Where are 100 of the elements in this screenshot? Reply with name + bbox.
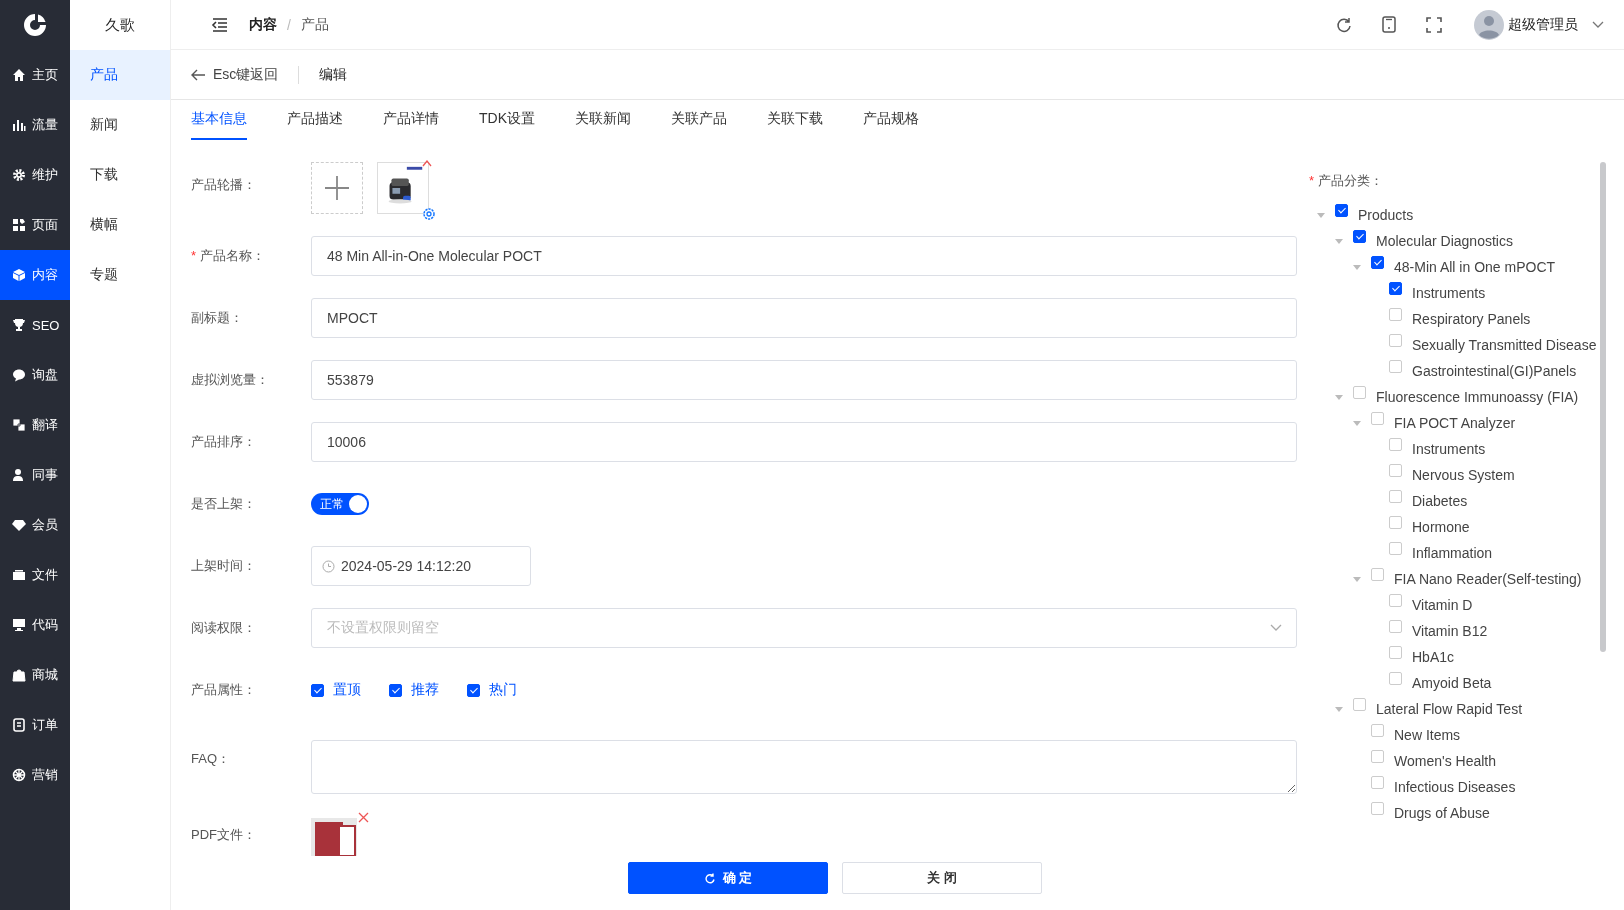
field-label: 产品排序： bbox=[191, 434, 256, 449]
subnav-item[interactable]: 新闻 bbox=[70, 100, 170, 150]
nav-item[interactable]: 主页 bbox=[0, 50, 70, 100]
tab[interactable]: 产品详情 bbox=[383, 100, 439, 140]
tree-item[interactable]: FIA Nano Reader(Self-testing) bbox=[1394, 571, 1582, 587]
tree-item[interactable]: Fluorescence Immunoassy (FIA) bbox=[1376, 389, 1579, 405]
back-button[interactable]: Esc键返回 bbox=[191, 65, 279, 84]
field-label: 阅读权限： bbox=[191, 620, 256, 635]
upload-button[interactable] bbox=[311, 162, 363, 214]
bar-chart-icon bbox=[12, 118, 26, 132]
fullscreen-icon[interactable] bbox=[1426, 16, 1442, 33]
date-field[interactable]: 2024-05-29 14:12:20 bbox=[311, 546, 531, 586]
tree-item[interactable]: HbA1c bbox=[1412, 649, 1455, 665]
menu-icon[interactable] bbox=[211, 16, 229, 33]
checkbox[interactable]: 推荐 bbox=[389, 681, 439, 699]
user-name[interactable]: 超级管理员 bbox=[1508, 15, 1578, 34]
subnav-item[interactable]: 产品 bbox=[70, 50, 170, 100]
checkbox[interactable] bbox=[1371, 256, 1384, 269]
tab[interactable]: 产品规格 bbox=[863, 100, 919, 140]
tablet-icon[interactable] bbox=[1382, 16, 1396, 33]
caret-down-icon[interactable] bbox=[1353, 264, 1361, 270]
close-button[interactable]: 关 闭 bbox=[842, 862, 1042, 894]
nav-item[interactable]: 文件 bbox=[0, 550, 70, 600]
nav-item[interactable]: SEO bbox=[0, 300, 70, 350]
tree-item[interactable]: Molecular Diagnostics bbox=[1376, 233, 1513, 249]
nav-item[interactable]: 订单 bbox=[0, 700, 70, 750]
nav-item[interactable]: 维护 bbox=[0, 150, 70, 200]
tree-item[interactable]: Respiratory Panels bbox=[1412, 311, 1531, 327]
breadcrumb-current: 产品 bbox=[300, 15, 329, 34]
tab[interactable]: 基本信息 bbox=[191, 100, 247, 140]
field-label: 产品轮播： bbox=[191, 177, 256, 192]
caret-down-icon[interactable] bbox=[1353, 576, 1361, 582]
close-icon[interactable] bbox=[358, 812, 369, 823]
tab[interactable]: 关联产品 bbox=[671, 100, 727, 140]
plus-icon bbox=[324, 175, 350, 201]
nav-item[interactable]: 会员 bbox=[0, 500, 70, 550]
tab[interactable]: 关联新闻 bbox=[575, 100, 631, 140]
field-label: PDF文件： bbox=[191, 827, 256, 842]
text-field[interactable]: 48 Min All-in-One Molecular POCT bbox=[311, 236, 1297, 276]
caret-down-icon[interactable] bbox=[1317, 212, 1325, 218]
tree-item[interactable]: Products bbox=[1358, 207, 1414, 223]
nav-item[interactable]: 内容 bbox=[0, 250, 70, 300]
tab[interactable]: TDK设置 bbox=[479, 100, 535, 140]
refresh-icon[interactable] bbox=[1336, 16, 1352, 33]
caret-down-icon[interactable] bbox=[1335, 706, 1343, 712]
tree-item[interactable]: Nervous System bbox=[1412, 467, 1515, 483]
caret-down-icon[interactable] bbox=[1335, 394, 1343, 400]
settings-icon[interactable] bbox=[422, 207, 436, 221]
tree-item[interactable]: FIA POCT Analyzer bbox=[1394, 415, 1516, 431]
nav-item[interactable]: 代码 bbox=[0, 600, 70, 650]
nav-item[interactable]: 同事 bbox=[0, 450, 70, 500]
checkbox[interactable]: 热门 bbox=[467, 681, 517, 699]
checkbox[interactable]: 置顶 bbox=[311, 681, 361, 699]
tree-item[interactable]: 48-Min All in One mPOCT bbox=[1394, 259, 1556, 275]
tree-item[interactable]: Sexually Transmitted Disease bbox=[1412, 337, 1597, 353]
tree-item[interactable]: Instruments bbox=[1412, 285, 1486, 301]
text-field[interactable]: 553879 bbox=[311, 360, 1297, 400]
nav-item[interactable]: 流量 bbox=[0, 100, 70, 150]
tree-item[interactable]: Drugs of Abuse bbox=[1394, 805, 1490, 821]
required-mark: * bbox=[191, 248, 197, 263]
nav-item[interactable]: 询盘 bbox=[0, 350, 70, 400]
caret-down-icon[interactable] bbox=[1335, 238, 1343, 244]
tree-item[interactable]: Lateral Flow Rapid Test bbox=[1376, 701, 1523, 717]
caret-up-icon[interactable] bbox=[422, 160, 432, 167]
tab[interactable]: 产品描述 bbox=[287, 100, 343, 140]
tree-item[interactable]: New Items bbox=[1394, 727, 1461, 743]
checkbox[interactable] bbox=[1335, 204, 1348, 217]
checkbox[interactable] bbox=[1353, 230, 1366, 243]
tree-item[interactable]: Women's Health bbox=[1394, 753, 1496, 769]
subnav-item[interactable]: 下载 bbox=[70, 150, 170, 200]
arrow-left-icon bbox=[191, 68, 206, 81]
confirm-button[interactable]: 确 定 bbox=[628, 862, 828, 894]
avatar-icon[interactable] bbox=[1474, 9, 1504, 40]
wheel-icon bbox=[12, 768, 26, 782]
tree-item[interactable]: Amyoid Beta bbox=[1412, 675, 1492, 691]
chevron-down-icon[interactable] bbox=[1592, 20, 1604, 29]
tree-item[interactable]: Vitamin D bbox=[1412, 597, 1473, 613]
nav-item[interactable]: 营销 bbox=[0, 750, 70, 800]
scrollbar[interactable] bbox=[1600, 162, 1606, 652]
tree-item[interactable]: Vitamin B12 bbox=[1412, 623, 1488, 639]
subnav-item[interactable]: 横幅 bbox=[70, 200, 170, 250]
nav-item[interactable]: 页面 bbox=[0, 200, 70, 250]
nav-item[interactable]: 翻译 bbox=[0, 400, 70, 450]
tree-item[interactable]: Inflammation bbox=[1412, 545, 1493, 561]
checkbox[interactable] bbox=[1389, 282, 1402, 295]
text-field[interactable]: MPOCT bbox=[311, 298, 1297, 338]
nav-item[interactable]: 商城 bbox=[0, 650, 70, 700]
chevron-down-icon bbox=[1270, 624, 1282, 632]
breadcrumb-link[interactable]: 内容 bbox=[249, 15, 277, 34]
tree-item[interactable]: Hormone bbox=[1412, 519, 1470, 535]
tree-item[interactable]: Diabetes bbox=[1412, 493, 1468, 509]
toggle-switch[interactable]: 正常 bbox=[311, 493, 369, 515]
tree-item[interactable]: Gastrointestinal(GI)Panels bbox=[1412, 363, 1577, 379]
caret-down-icon[interactable] bbox=[1353, 420, 1361, 426]
tree-item[interactable]: Instruments bbox=[1412, 441, 1486, 457]
text-area[interactable] bbox=[311, 740, 1297, 794]
tab[interactable]: 关联下载 bbox=[767, 100, 823, 140]
subnav-item[interactable]: 专题 bbox=[70, 250, 170, 300]
text-field[interactable]: 10006 bbox=[311, 422, 1297, 462]
tree-item[interactable]: Infectious Diseases bbox=[1394, 779, 1516, 795]
